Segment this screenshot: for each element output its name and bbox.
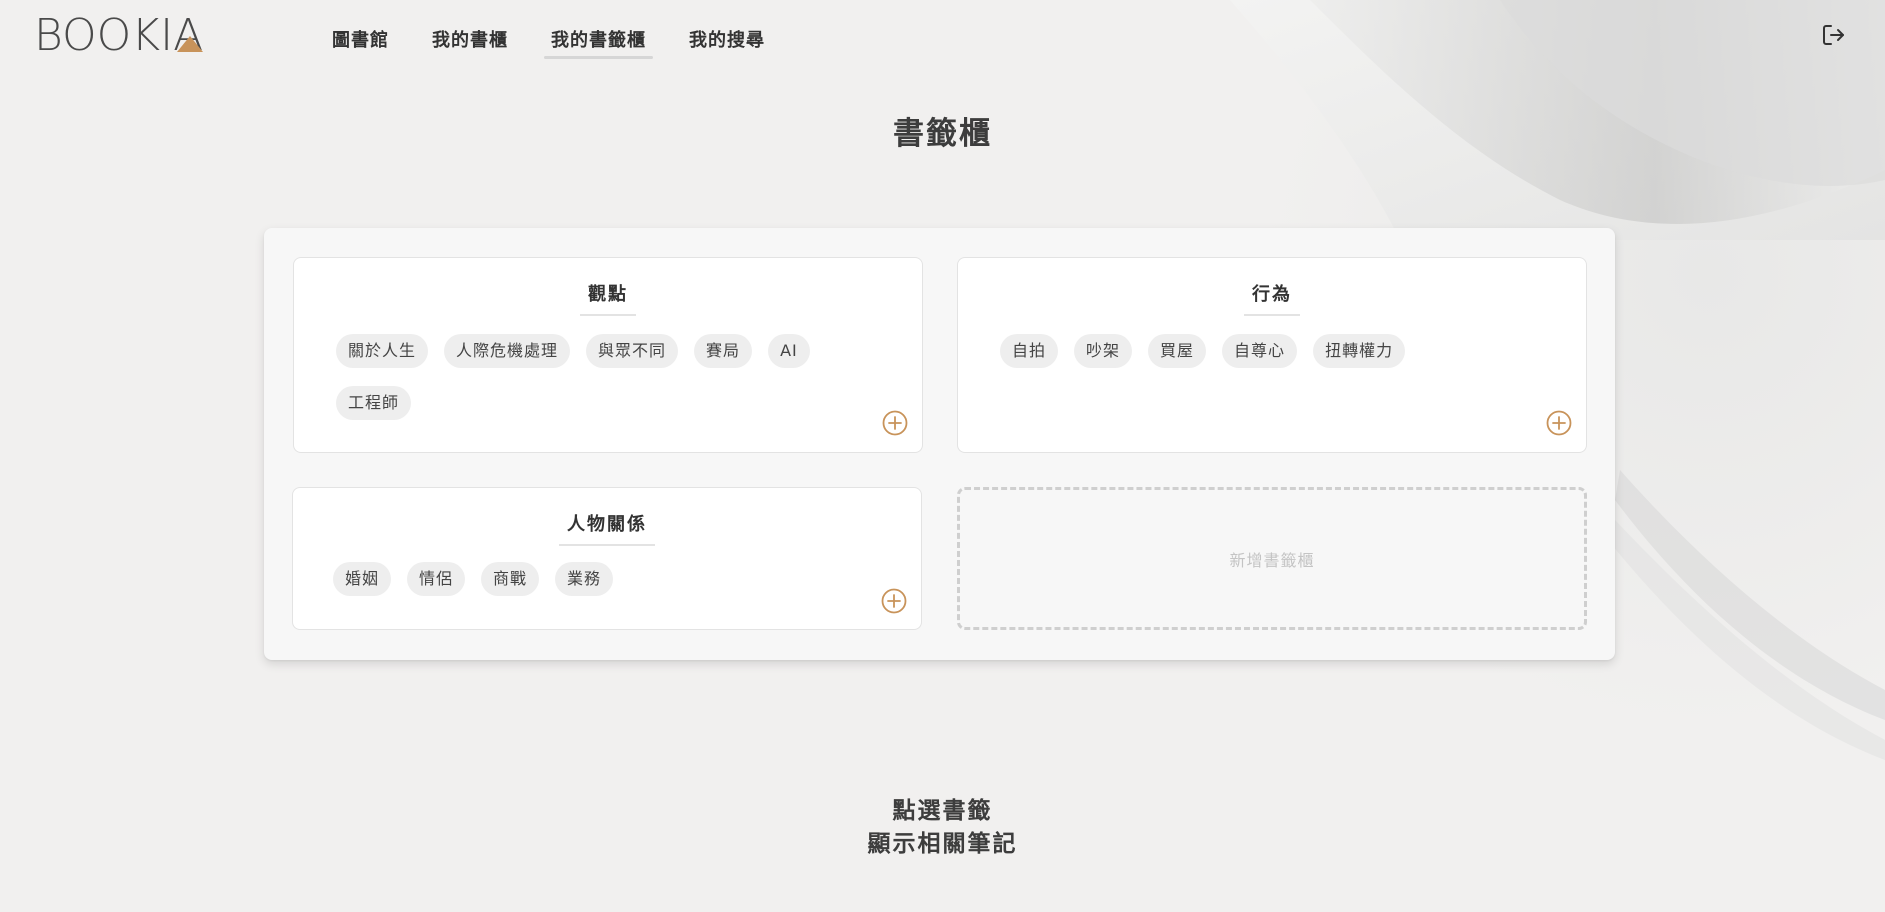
bookmark-shelf-card: 行為 自拍 吵架 買屋 自尊心 扭轉權力 (957, 257, 1587, 453)
top-bar: BOOKIA 圖書館 我的書櫃 我的書籤櫃 我的搜尋 (0, 0, 1885, 80)
nav-item-library[interactable]: 圖書館 (325, 26, 396, 59)
bookmark-tag[interactable]: 吵架 (1074, 334, 1133, 368)
add-bookmark-shelf-button[interactable]: 新增書籤櫃 (957, 487, 1587, 630)
bookmark-tag[interactable]: 關於人生 (336, 334, 429, 368)
bookmark-tag[interactable]: 人際危機處理 (444, 334, 571, 368)
tag-list: 婚姻 情侶 商戰 業務 (333, 562, 861, 596)
nav-item-my-bookmark-shelf[interactable]: 我的書籤櫃 (544, 26, 653, 59)
nav-item-my-search[interactable]: 我的搜尋 (682, 26, 772, 59)
bookmark-tag[interactable]: 扭轉權力 (1313, 334, 1406, 368)
add-tag-plus-icon[interactable] (881, 588, 907, 614)
bookmark-tag[interactable]: 情侶 (407, 562, 466, 596)
hint-text: 點選書籤 顯示相關筆記 (0, 795, 1885, 861)
bookmark-tag[interactable]: 與眾不同 (586, 334, 679, 368)
bookmark-shelf-card: 觀點 關於人生 人際危機處理 與眾不同 賽局 AI 工程師 (293, 257, 923, 453)
bookmark-tag[interactable]: 婚姻 (333, 562, 392, 596)
bookmark-tag[interactable]: 自尊心 (1222, 334, 1298, 368)
hint-line-2: 顯示相關筆記 (867, 831, 1018, 857)
logo-text: BOOKIA (34, 10, 204, 61)
hint-line-1: 點選書籤 (892, 798, 993, 824)
bookmark-tag[interactable]: 商戰 (481, 562, 540, 596)
tag-list: 自拍 吵架 買屋 自尊心 扭轉權力 (1000, 334, 1526, 368)
bookmark-tag[interactable]: 買屋 (1148, 334, 1207, 368)
bookmark-tag[interactable]: 賽局 (694, 334, 753, 368)
bookmark-tag[interactable]: 工程師 (336, 386, 412, 420)
bookmark-shelf-card: 人物關係 婚姻 情侶 商戰 業務 (292, 487, 922, 630)
bookia-logo[interactable]: BOOKIA (34, 14, 203, 58)
tag-list: 關於人生 人際危機處理 與眾不同 賽局 AI 工程師 (336, 334, 862, 420)
shelf-title: 人物關係 (559, 510, 655, 546)
page-title: 書籤櫃 (893, 116, 992, 152)
bookmark-tag[interactable]: AI (768, 334, 810, 368)
main-nav: 圖書館 我的書櫃 我的書籤櫃 我的搜尋 (325, 26, 801, 59)
logout-icon[interactable] (1821, 22, 1847, 48)
bookmark-tag[interactable]: 業務 (555, 562, 614, 596)
shelf-title: 觀點 (580, 280, 636, 316)
add-tag-plus-icon[interactable] (1546, 410, 1572, 436)
bookmark-shelf-panel: 觀點 關於人生 人際危機處理 與眾不同 賽局 AI 工程師 行為 自拍 吵架 買… (264, 228, 1615, 660)
nav-item-my-bookshelf[interactable]: 我的書櫃 (425, 26, 515, 59)
bookmark-tag[interactable]: 自拍 (1000, 334, 1059, 368)
add-bookmark-shelf-label: 新增書籤櫃 (1229, 550, 1315, 570)
add-tag-plus-icon[interactable] (882, 410, 908, 436)
shelf-title: 行為 (1244, 280, 1300, 316)
logo-triangle-icon (177, 36, 204, 52)
